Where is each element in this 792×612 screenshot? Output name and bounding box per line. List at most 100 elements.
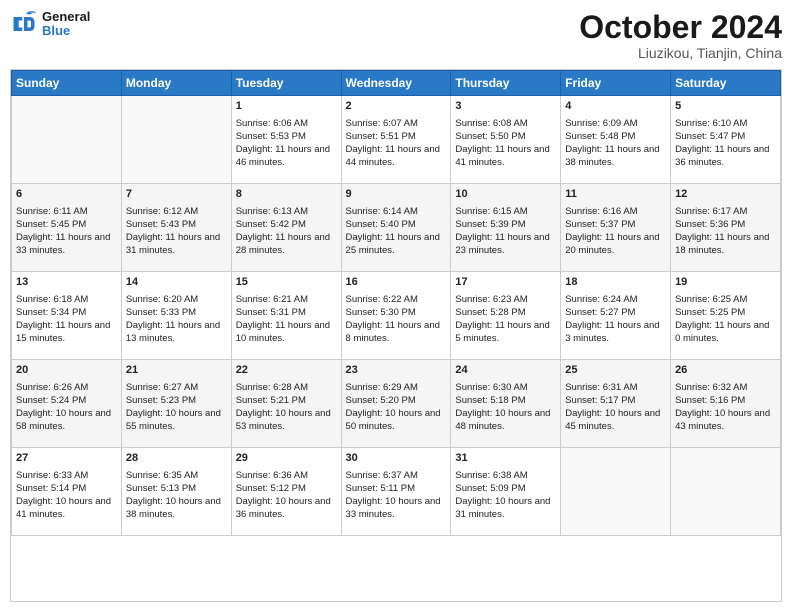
- sunrise-text: Sunrise: 6:12 AM: [126, 205, 227, 218]
- day-number: 7: [126, 187, 227, 202]
- day-cell: 23Sunrise: 6:29 AMSunset: 5:20 PMDayligh…: [341, 360, 451, 448]
- day-number: 22: [236, 363, 337, 378]
- sunrise-text: Sunrise: 6:16 AM: [565, 205, 666, 218]
- sunset-text: Sunset: 5:39 PM: [455, 218, 556, 231]
- sunrise-text: Sunrise: 6:17 AM: [675, 205, 776, 218]
- sunset-text: Sunset: 5:27 PM: [565, 306, 666, 319]
- sunrise-text: Sunrise: 6:30 AM: [455, 381, 556, 394]
- day-number: 30: [346, 451, 447, 466]
- day-cell: 17Sunrise: 6:23 AMSunset: 5:28 PMDayligh…: [451, 272, 561, 360]
- sunrise-text: Sunrise: 6:14 AM: [346, 205, 447, 218]
- daylight-text: Daylight: 11 hours and 41 minutes.: [455, 143, 556, 170]
- sunset-text: Sunset: 5:24 PM: [16, 394, 117, 407]
- daylight-text: Daylight: 11 hours and 20 minutes.: [565, 231, 666, 258]
- day-number: 2: [346, 99, 447, 114]
- logo-text: General Blue: [42, 10, 90, 39]
- sunset-text: Sunset: 5:43 PM: [126, 218, 227, 231]
- main-title: October 2024: [579, 10, 782, 45]
- day-cell: 30Sunrise: 6:37 AMSunset: 5:11 PMDayligh…: [341, 448, 451, 536]
- subtitle: Liuzikou, Tianjin, China: [579, 45, 782, 61]
- sunset-text: Sunset: 5:33 PM: [126, 306, 227, 319]
- day-number: 29: [236, 451, 337, 466]
- day-number: 1: [236, 99, 337, 114]
- day-cell: 29Sunrise: 6:36 AMSunset: 5:12 PMDayligh…: [231, 448, 341, 536]
- col-sunday: Sunday: [12, 71, 122, 96]
- logo-icon: [10, 10, 38, 38]
- day-cell: 12Sunrise: 6:17 AMSunset: 5:36 PMDayligh…: [671, 184, 781, 272]
- calendar-table: Sunday Monday Tuesday Wednesday Thursday…: [11, 70, 781, 536]
- col-wednesday: Wednesday: [341, 71, 451, 96]
- week-row-2: 6Sunrise: 6:11 AMSunset: 5:45 PMDaylight…: [12, 184, 781, 272]
- day-cell: 9Sunrise: 6:14 AMSunset: 5:40 PMDaylight…: [341, 184, 451, 272]
- sunset-text: Sunset: 5:48 PM: [565, 130, 666, 143]
- day-number: 19: [675, 275, 776, 290]
- sunrise-text: Sunrise: 6:29 AM: [346, 381, 447, 394]
- day-cell: 11 Sunrise: 6:16 AMSunset: 5:37 PMDayligh…: [561, 184, 671, 272]
- daylight-text: Daylight: 11 hours and 31 minutes.: [126, 231, 227, 258]
- sunset-text: Sunset: 5:21 PM: [236, 394, 337, 407]
- day-number: 5: [675, 99, 776, 114]
- day-cell: 7 Sunrise: 6:12 AMSunset: 5:43 PMDaylight…: [121, 184, 231, 272]
- sunset-text: Sunset: 5:28 PM: [455, 306, 556, 319]
- sunrise-text: Sunrise: 6:32 AM: [675, 381, 776, 394]
- week-row-1: 1Sunrise: 6:06 AMSunset: 5:53 PMDaylight…: [12, 96, 781, 184]
- day-cell: 14Sunrise: 6:20 AMSunset: 5:33 PMDayligh…: [121, 272, 231, 360]
- daylight-text: Daylight: 10 hours and 53 minutes.: [236, 407, 337, 434]
- col-friday: Friday: [561, 71, 671, 96]
- sunrise-text: Sunrise: 6:31 AM: [565, 381, 666, 394]
- sunset-text: Sunset: 5:53 PM: [236, 130, 337, 143]
- sunset-text: Sunset: 5:45 PM: [16, 218, 117, 231]
- daylight-text: Daylight: 10 hours and 38 minutes.: [126, 495, 227, 522]
- daylight-text: Daylight: 10 hours and 50 minutes.: [346, 407, 447, 434]
- daylight-text: Daylight: 11 hours and 33 minutes.: [16, 231, 117, 258]
- col-tuesday: Tuesday: [231, 71, 341, 96]
- col-monday: Monday: [121, 71, 231, 96]
- header: General Blue October 2024 Liuzikou, Tian…: [10, 10, 782, 61]
- sunset-text: Sunset: 5:18 PM: [455, 394, 556, 407]
- day-cell: 2Sunrise: 6:07 AMSunset: 5:51 PMDaylight…: [341, 96, 451, 184]
- col-saturday: Saturday: [671, 71, 781, 96]
- daylight-text: Daylight: 11 hours and 18 minutes.: [675, 231, 776, 258]
- day-number: 11: [565, 187, 666, 202]
- day-cell: 1Sunrise: 6:06 AMSunset: 5:53 PMDaylight…: [231, 96, 341, 184]
- sunset-text: Sunset: 5:11 PM: [346, 482, 447, 495]
- day-number: 13: [16, 275, 117, 290]
- daylight-text: Daylight: 11 hours and 8 minutes.: [346, 319, 447, 346]
- day-number: 9: [346, 187, 447, 202]
- day-cell: 21Sunrise: 6:27 AMSunset: 5:23 PMDayligh…: [121, 360, 231, 448]
- logo: General Blue: [10, 10, 90, 39]
- day-cell: 24Sunrise: 6:30 AMSunset: 5:18 PMDayligh…: [451, 360, 561, 448]
- sunset-text: Sunset: 5:14 PM: [16, 482, 117, 495]
- sunrise-text: Sunrise: 6:33 AM: [16, 469, 117, 482]
- sunrise-text: Sunrise: 6:38 AM: [455, 469, 556, 482]
- day-number: 31: [455, 451, 556, 466]
- daylight-text: Daylight: 11 hours and 44 minutes.: [346, 143, 447, 170]
- week-row-4: 20Sunrise: 6:26 AMSunset: 5:24 PMDayligh…: [12, 360, 781, 448]
- sunrise-text: Sunrise: 6:20 AM: [126, 293, 227, 306]
- day-number: 21: [126, 363, 227, 378]
- day-number: 6: [16, 187, 117, 202]
- daylight-text: Daylight: 11 hours and 3 minutes.: [565, 319, 666, 346]
- sunset-text: Sunset: 5:09 PM: [455, 482, 556, 495]
- col-thursday: Thursday: [451, 71, 561, 96]
- daylight-text: Daylight: 10 hours and 43 minutes.: [675, 407, 776, 434]
- day-number: 12: [675, 187, 776, 202]
- sunrise-text: Sunrise: 6:21 AM: [236, 293, 337, 306]
- sunrise-text: Sunrise: 6:27 AM: [126, 381, 227, 394]
- daylight-text: Daylight: 10 hours and 36 minutes.: [236, 495, 337, 522]
- day-cell: 18Sunrise: 6:24 AMSunset: 5:27 PMDayligh…: [561, 272, 671, 360]
- day-cell: [561, 448, 671, 536]
- day-number: 14: [126, 275, 227, 290]
- daylight-text: Daylight: 10 hours and 48 minutes.: [455, 407, 556, 434]
- daylight-text: Daylight: 11 hours and 25 minutes.: [346, 231, 447, 258]
- daylight-text: Daylight: 11 hours and 10 minutes.: [236, 319, 337, 346]
- sunset-text: Sunset: 5:37 PM: [565, 218, 666, 231]
- day-number: 25: [565, 363, 666, 378]
- sunrise-text: Sunrise: 6:11 AM: [16, 205, 117, 218]
- day-cell: 31Sunrise: 6:38 AMSunset: 5:09 PMDayligh…: [451, 448, 561, 536]
- calendar: Sunday Monday Tuesday Wednesday Thursday…: [10, 69, 782, 602]
- sunrise-text: Sunrise: 6:25 AM: [675, 293, 776, 306]
- day-cell: [671, 448, 781, 536]
- day-number: 10: [455, 187, 556, 202]
- sunrise-text: Sunrise: 6:08 AM: [455, 117, 556, 130]
